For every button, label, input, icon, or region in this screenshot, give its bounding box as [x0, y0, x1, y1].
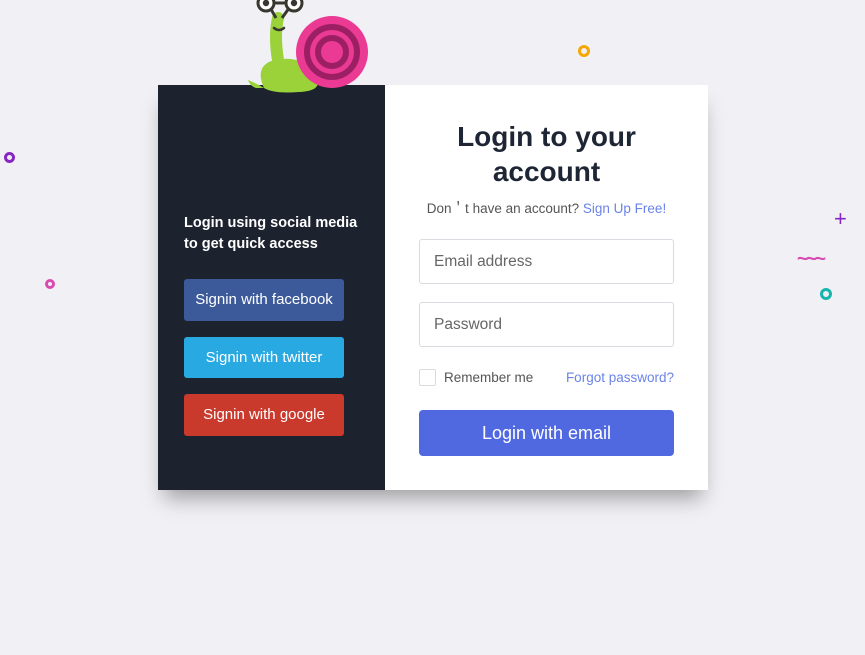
login-email-button[interactable]: Login with email [419, 410, 674, 456]
login-heading: Login to your account [419, 119, 674, 189]
decor-ring-purple [4, 152, 15, 163]
decor-plus-purple: + [834, 206, 847, 232]
signin-twitter-button[interactable]: Signin with twitter [184, 337, 344, 379]
signin-google-button[interactable]: Signin with google [184, 394, 344, 436]
decor-ring-pink [45, 279, 55, 289]
login-card: Login using social media to get quick ac… [158, 85, 708, 490]
remember-me-checkbox[interactable] [419, 369, 436, 386]
remember-me-label: Remember me [444, 370, 533, 385]
email-login-panel: Login to your account Don＇t have an acco… [385, 85, 708, 490]
social-login-heading: Login using social media to get quick ac… [184, 213, 363, 255]
decor-squiggle: ~~~ [797, 248, 823, 271]
signup-link[interactable]: Sign Up Free! [583, 201, 666, 216]
forgot-password-link[interactable]: Forgot password? [566, 370, 674, 385]
signup-prompt-text: Don＇t have an account? [427, 201, 583, 216]
signin-facebook-button[interactable]: Signin with facebook [184, 279, 344, 321]
social-buttons-group: Signin with facebook Signin with twitter… [184, 279, 363, 436]
decor-ring-orange [578, 45, 590, 57]
email-input[interactable] [419, 239, 674, 284]
snail-logo-icon [244, 0, 384, 96]
password-input[interactable] [419, 302, 674, 347]
signup-prompt: Don＇t have an account? Sign Up Free! [419, 197, 674, 217]
remember-me-group: Remember me [419, 369, 533, 386]
options-row: Remember me Forgot password? [419, 369, 674, 386]
social-login-panel: Login using social media to get quick ac… [158, 85, 385, 490]
decor-ring-teal [820, 288, 832, 300]
